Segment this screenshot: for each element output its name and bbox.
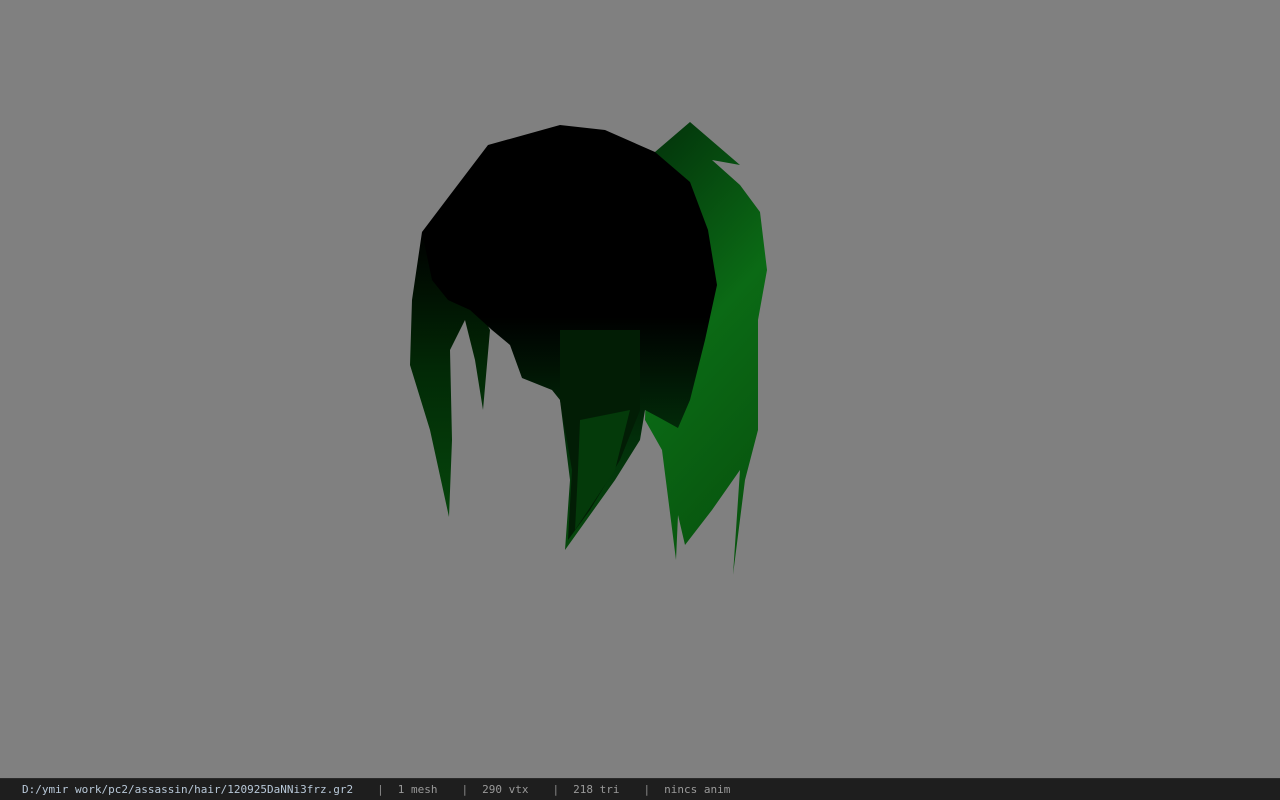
status-triangle-count: 218 tri bbox=[573, 783, 620, 796]
status-separator: | bbox=[377, 783, 384, 796]
status-anim: nincs anim bbox=[664, 783, 731, 796]
hair-front-strand-highlight bbox=[575, 410, 630, 530]
status-bar: D:/ymir work/pc2/assassin/hair/120925DaN… bbox=[0, 778, 1280, 800]
hair-model[interactable] bbox=[0, 0, 1280, 778]
status-mesh-count: 1 mesh bbox=[397, 783, 438, 796]
status-separator: | bbox=[552, 783, 560, 796]
status-separator: | bbox=[461, 783, 469, 796]
3d-viewport[interactable] bbox=[0, 0, 1280, 778]
status-vertex-count: 290 vtx bbox=[482, 783, 529, 796]
status-file-path: D:/ymir work/pc2/assassin/hair/120925DaN… bbox=[22, 783, 354, 796]
status-separator: | bbox=[643, 783, 651, 796]
